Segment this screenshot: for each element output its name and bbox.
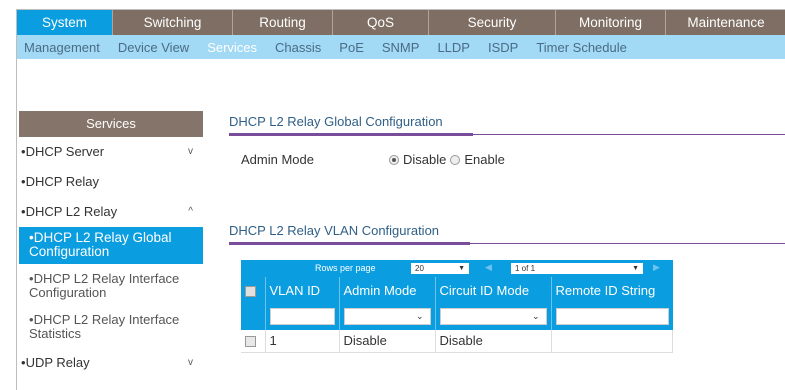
select-all-checkbox[interactable] — [245, 285, 256, 297]
radio-enable-label: Enable — [464, 152, 505, 167]
vlan-id-cell: 1 — [265, 330, 340, 353]
vlan-table: Rows per page 20 ▼ ◀ 1 of 1 ▼ ▶ VLAN ID … — [241, 260, 673, 353]
filter-cell — [265, 303, 340, 330]
column-header: VLAN ID — [265, 277, 340, 303]
chevron-up-icon: ^ — [188, 206, 193, 217]
table-pager: Rows per page 20 ▼ ◀ 1 of 1 ▼ ▶ — [241, 260, 673, 277]
chevron-down-icon: ▼ — [632, 265, 639, 272]
column-header: Circuit ID Mode — [435, 277, 552, 303]
subnav-poe[interactable]: PoE — [339, 40, 364, 55]
sidebar: Services •DHCP Server v •DHCP Relay •DHC… — [19, 111, 203, 378]
table-row[interactable]: 1 Disable Disable — [241, 330, 673, 353]
sidebar-subitem-interface-configuration[interactable]: •DHCP L2 Relay Interface Configuration — [19, 268, 203, 305]
tab-routing[interactable]: Routing — [233, 10, 333, 35]
section-title-global-config: DHCP L2 Relay Global Configuration — [229, 114, 443, 129]
chevron-down-icon: v — [188, 146, 193, 157]
filter-row: ⌄ ⌄ — [241, 303, 673, 330]
section-divider-accent — [229, 242, 470, 245]
tab-security[interactable]: Security — [429, 10, 556, 35]
admin-mode-cell: Disable — [339, 330, 436, 353]
sidebar-subitem-label: DHCP L2 Relay Global Configuration — [29, 230, 172, 259]
remote-id-string-cell — [551, 330, 673, 353]
remote-id-filter-input[interactable] — [555, 308, 669, 325]
circuit-id-mode-cell: Disable — [435, 330, 552, 353]
sidebar-item-label: DHCP Server — [25, 144, 105, 159]
subnav-device-view[interactable]: Device View — [118, 40, 189, 55]
radio-disable-label: Disable — [403, 152, 447, 167]
table-header-row: VLAN ID Admin Mode Circuit ID Mode Remot… — [241, 277, 673, 303]
tab-qos[interactable]: QoS — [333, 10, 429, 35]
filter-cell: ⌄ — [339, 303, 436, 330]
column-header: Remote ID String — [551, 277, 673, 303]
section-divider-accent — [229, 133, 473, 136]
sidebar-item-udp-relay[interactable]: •UDP Relay v — [19, 348, 203, 378]
circuit-id-mode-filter-select[interactable]: ⌄ — [439, 308, 547, 325]
sidebar-subitem-interface-statistics[interactable]: •DHCP L2 Relay Interface Statistics — [19, 309, 203, 346]
row-checkbox[interactable] — [245, 336, 256, 348]
sidebar-item-label: DHCP Relay — [25, 174, 100, 189]
sidebar-title: Services — [19, 111, 203, 137]
admin-mode-radio-group: Disable Enable — [389, 152, 505, 167]
admin-mode-filter-select[interactable]: ⌄ — [343, 308, 431, 325]
chevron-down-icon: v — [188, 357, 193, 368]
top-nav: System Switching Routing QoS Security Mo… — [17, 10, 785, 35]
rows-per-page-value: 20 — [415, 264, 424, 273]
tab-switching[interactable]: Switching — [113, 10, 233, 35]
row-select-cell — [241, 330, 266, 353]
radio-disable[interactable] — [389, 154, 399, 165]
sidebar-item-dhcp-server[interactable]: •DHCP Server v — [19, 137, 203, 167]
chevron-down-icon: ⌄ — [415, 311, 424, 321]
vlan-grid: VLAN ID Admin Mode Circuit ID Mode Remot… — [241, 277, 673, 353]
chevron-down-icon: ⌄ — [531, 311, 540, 321]
select-all-cell — [241, 277, 266, 303]
filter-cell — [241, 303, 266, 330]
section-divider — [229, 242, 785, 245]
filter-cell: ⌄ — [435, 303, 552, 330]
radio-enable[interactable] — [450, 154, 461, 165]
chevron-down-icon: ▼ — [458, 265, 465, 272]
subnav-services[interactable]: Services — [207, 40, 257, 55]
subnav-snmp[interactable]: SNMP — [382, 40, 420, 55]
rows-per-page-label: Rows per page — [315, 263, 376, 273]
subnav-lldp[interactable]: LLDP — [437, 40, 470, 55]
section-title-vlan-config: DHCP L2 Relay VLAN Configuration — [229, 223, 440, 238]
next-page-icon[interactable]: ▶ — [653, 262, 660, 273]
rows-per-page-select[interactable]: 20 ▼ — [411, 263, 469, 274]
filter-cell — [551, 303, 673, 330]
app-frame: System Switching Routing QoS Security Mo… — [16, 9, 785, 390]
subnav-timer-schedule[interactable]: Timer Schedule — [536, 40, 627, 55]
sidebar-subitem-label: DHCP L2 Relay Interface Configuration — [29, 271, 180, 300]
sidebar-item-label: DHCP L2 Relay — [25, 204, 118, 219]
sidebar-item-dhcp-l2-relay[interactable]: •DHCP L2 Relay ^ — [19, 197, 203, 227]
tab-maintenance[interactable]: Maintenance — [666, 10, 785, 35]
sidebar-item-label: UDP Relay — [25, 355, 90, 370]
sidebar-item-dhcp-relay[interactable]: •DHCP Relay — [19, 167, 203, 197]
tab-monitoring[interactable]: Monitoring — [556, 10, 666, 35]
admin-mode-label: Admin Mode — [241, 152, 314, 167]
subnav-chassis[interactable]: Chassis — [275, 40, 321, 55]
section-divider — [229, 133, 785, 136]
subnav-isdp[interactable]: ISDP — [488, 40, 518, 55]
sub-nav: Management Device View Services Chassis … — [17, 35, 785, 59]
column-header: Admin Mode — [339, 277, 436, 303]
vlan-id-filter-input[interactable] — [269, 308, 335, 325]
subnav-management[interactable]: Management — [24, 40, 100, 55]
page-value: 1 of 1 — [515, 264, 536, 273]
first-page-icon[interactable]: ◀ — [485, 262, 492, 273]
page-select[interactable]: 1 of 1 ▼ — [511, 263, 643, 274]
tab-system[interactable]: System — [17, 10, 113, 35]
sidebar-subitem-label: DHCP L2 Relay Interface Statistics — [29, 312, 180, 341]
sidebar-subitem-global-configuration[interactable]: •DHCP L2 Relay Global Configuration — [19, 227, 203, 264]
